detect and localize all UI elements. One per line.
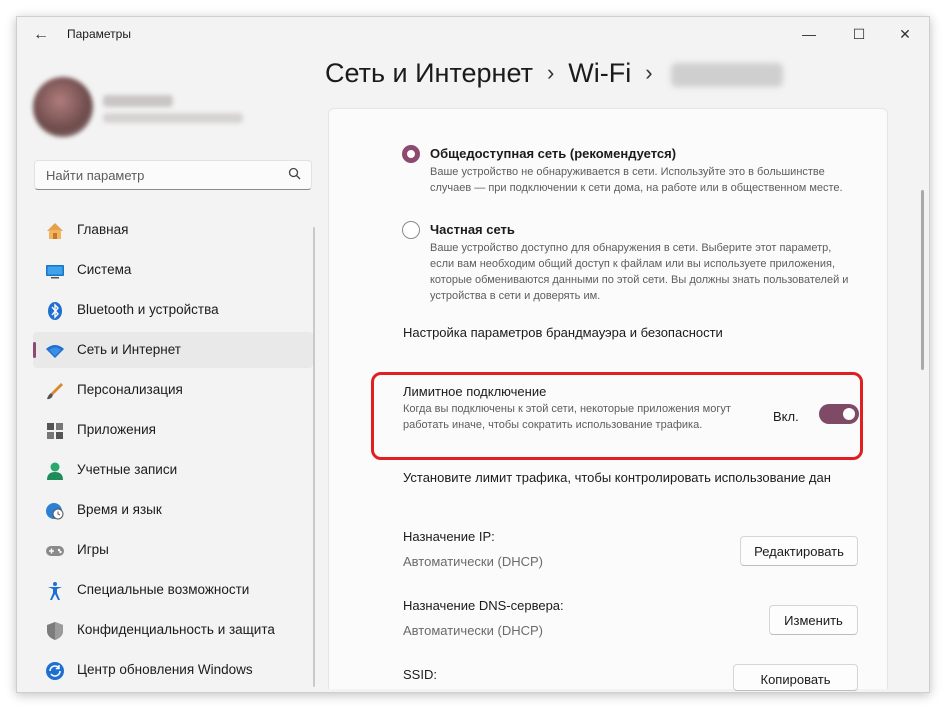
edit-ip-button[interactable]: Редактировать <box>740 536 858 566</box>
ssid-label: SSID: <box>403 667 437 682</box>
content-scrollbar[interactable] <box>921 190 924 370</box>
bluetooth-icon <box>45 301 63 320</box>
edit-dns-button[interactable]: Изменить <box>769 605 858 635</box>
private-network-radio[interactable] <box>402 221 420 239</box>
search-input[interactable]: Найти параметр <box>46 168 144 183</box>
sidebar-item-label: Приложения <box>77 422 156 437</box>
sidebar-item-label: Учетные записи <box>77 462 178 477</box>
shield-icon <box>45 621 63 640</box>
breadcrumb-chevron-icon: › <box>546 60 555 85</box>
metered-toggle-label: Вкл. <box>773 409 799 424</box>
sidebar-item-personalization[interactable]: Персонализация <box>33 372 313 408</box>
dns-assignment-label: Назначение DNS-сервера: <box>403 598 564 613</box>
sidebar-item-label: Сеть и Интернет <box>77 342 181 357</box>
minimize-button[interactable]: — <box>789 21 829 47</box>
wifi-icon <box>45 341 64 359</box>
apps-icon <box>45 421 63 439</box>
sidebar-item-label: Bluetooth и устройства <box>77 302 219 317</box>
sidebar-item-label: Главная <box>77 222 129 237</box>
copy-ssid-button[interactable]: Копировать <box>733 664 858 691</box>
sidebar-item-label: Система <box>77 262 132 277</box>
toggle-knob <box>843 408 855 420</box>
private-network-title: Частная сеть <box>430 222 515 237</box>
sidebar-scrollbar[interactable] <box>313 227 315 687</box>
close-button[interactable]: ✕ <box>885 21 925 47</box>
sidebar-item-gaming[interactable]: Игры <box>33 532 313 568</box>
back-arrow-icon[interactable]: ← <box>31 25 51 45</box>
sidebar-item-label: Конфиденциальность и защита <box>77 622 275 637</box>
private-network-desc: Ваше устройство доступно для обнаружения… <box>430 242 849 302</box>
user-profile[interactable] <box>33 77 243 137</box>
sidebar-item-windows-update[interactable]: Центр обновления Windows <box>33 652 313 688</box>
globe-clock-icon <box>45 501 64 520</box>
public-network-desc: Ваше устройство не обнаруживается в сети… <box>430 166 843 194</box>
gamepad-icon <box>45 541 64 559</box>
user-email-blurred <box>103 113 243 123</box>
sidebar-item-label: Игры <box>77 542 109 557</box>
sidebar-item-label: Персонализация <box>77 382 183 397</box>
sidebar-item-network[interactable]: Сеть и Интернет <box>33 332 313 368</box>
sidebar-item-label: Время и язык <box>77 502 162 517</box>
network-name-blurred <box>670 62 783 87</box>
sidebar-nav: Главная Система Bluetooth и устройства С… <box>33 212 313 692</box>
metered-connection-desc: Когда вы подключены к этой сети, некотор… <box>403 403 731 431</box>
sidebar-item-time-language[interactable]: Время и язык <box>33 492 313 528</box>
home-icon <box>45 221 63 239</box>
firewall-settings-link[interactable]: Настройка параметров брандмауэра и безоп… <box>403 325 723 340</box>
breadcrumb-network[interactable]: Сеть и Интернет <box>325 58 533 88</box>
sidebar-item-system[interactable]: Система <box>33 252 313 288</box>
breadcrumb: Сеть и Интернет › Wi-Fi › <box>325 58 783 89</box>
sidebar-item-home[interactable]: Главная <box>33 212 313 248</box>
dns-assignment-value: Автоматически (DHCP) <box>403 623 543 638</box>
sidebar-item-apps[interactable]: Приложения <box>33 412 313 448</box>
breadcrumb-wifi[interactable]: Wi-Fi <box>568 58 631 88</box>
breadcrumb-chevron-icon: › <box>645 60 653 85</box>
metered-connection-title: Лимитное подключение <box>403 384 547 399</box>
sidebar-item-label: Специальные возможности <box>77 582 250 597</box>
avatar <box>33 77 93 137</box>
display-icon <box>45 261 64 279</box>
search-icon[interactable] <box>288 167 301 183</box>
sidebar-item-accessibility[interactable]: Специальные возможности <box>33 572 313 608</box>
ip-assignment-label: Назначение IP: <box>403 529 495 544</box>
public-network-radio[interactable] <box>402 145 420 163</box>
update-icon <box>45 661 64 680</box>
app-title: Параметры <box>67 27 131 41</box>
active-indicator <box>33 342 36 358</box>
public-network-title: Общедоступная сеть (рекомендуется) <box>430 146 677 161</box>
search-box[interactable]: Найти параметр <box>34 160 312 190</box>
person-icon <box>45 461 63 480</box>
sidebar-item-bluetooth[interactable]: Bluetooth и устройства <box>33 292 313 328</box>
ip-assignment-value: Автоматически (DHCP) <box>403 554 543 569</box>
maximize-button[interactable]: ☐ <box>839 21 879 47</box>
sidebar-item-privacy[interactable]: Конфиденциальность и защита <box>33 612 313 648</box>
sidebar-item-accounts[interactable]: Учетные записи <box>33 452 313 488</box>
data-limit-link[interactable]: Установите лимит трафика, чтобы контроли… <box>403 470 831 485</box>
accessibility-icon <box>45 581 63 600</box>
user-name-blurred <box>103 95 173 107</box>
sidebar-item-label: Центр обновления Windows <box>77 662 253 677</box>
brush-icon <box>45 381 63 400</box>
metered-toggle[interactable] <box>819 404 859 424</box>
title-bar: ← Параметры — ☐ ✕ <box>17 17 929 51</box>
